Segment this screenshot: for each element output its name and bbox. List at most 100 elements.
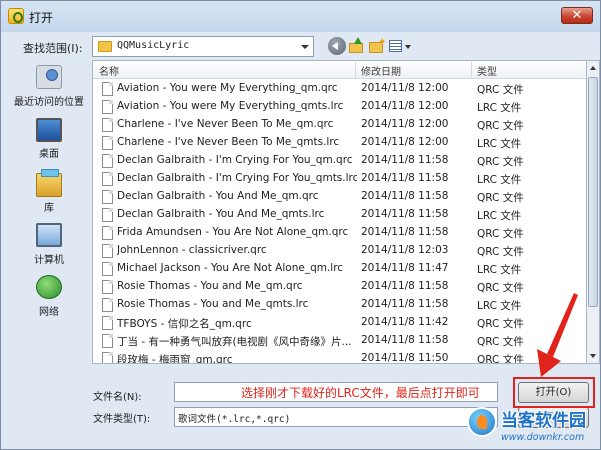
file-name: Aviation - You were My Everything_qm.qrc bbox=[117, 82, 338, 94]
file-icon bbox=[102, 298, 113, 312]
look-in-dropdown[interactable]: QQMusicLyric bbox=[92, 36, 314, 57]
file-type: LRC 文件 bbox=[477, 210, 522, 222]
file-icon bbox=[102, 334, 113, 348]
vertical-scrollbar[interactable] bbox=[587, 60, 600, 364]
file-type: LRC 文件 bbox=[477, 138, 522, 150]
file-type: QRC 文件 bbox=[477, 354, 524, 364]
file-type: QRC 文件 bbox=[477, 228, 524, 240]
file-name: Charlene - I've Never Been To Me_qm.qrc bbox=[117, 118, 334, 130]
file-row[interactable]: Declan Galbraith - I'm Crying For You_qm… bbox=[93, 152, 586, 170]
file-row[interactable]: Frida Amundsen - You Are Not Alone_qm.qr… bbox=[93, 224, 586, 242]
column-header-type[interactable]: 类型 bbox=[477, 63, 497, 78]
place-label: 桌面 bbox=[39, 149, 59, 160]
file-row[interactable]: 段玫梅 - 梅雨窗_qm.qrc 2014/11/8 11:50 QRC 文件 bbox=[93, 350, 586, 364]
scrollbar-thumb[interactable] bbox=[588, 77, 598, 307]
place-label: 计算机 bbox=[34, 255, 64, 266]
file-row[interactable]: TFBOYS - 信仰之名_qm.qrc 2014/11/8 11:42 QRC 文… bbox=[93, 314, 586, 332]
file-date: 2014/11/8 11:58 bbox=[361, 172, 449, 184]
view-menu-icon[interactable] bbox=[388, 37, 414, 55]
place-recent[interactable]: 最近访问的位置 bbox=[9, 61, 89, 109]
file-row[interactable]: 丁当 - 有一种勇气叫放弃(电视剧《风中奇缘》片... 2014/11/8 11:… bbox=[93, 332, 586, 350]
file-date: 2014/11/8 11:58 bbox=[361, 298, 449, 310]
column-divider[interactable] bbox=[471, 62, 472, 78]
file-row[interactable]: Michael Jackson - You Are Not Alone_qm.l… bbox=[93, 260, 586, 278]
file-type: QRC 文件 bbox=[477, 246, 524, 258]
new-folder-icon[interactable]: ✦ bbox=[368, 37, 386, 55]
open-file-dialog: 打开 ✕ 查找范围(I): QQMusicLyric ✦ 最近访问的位置 桌面 … bbox=[0, 0, 601, 450]
place-network[interactable]: 网络 bbox=[9, 273, 89, 318]
title-bar[interactable]: 打开 ✕ bbox=[1, 1, 600, 32]
filetype-dropdown[interactable]: 歌词文件(*.lrc,*.qrc) bbox=[174, 407, 498, 427]
file-row[interactable]: Declan Galbraith - I'm Crying For You_qm… bbox=[93, 170, 586, 188]
file-type: QRC 文件 bbox=[477, 120, 524, 132]
filename-label: 文件名(N): bbox=[93, 392, 142, 403]
column-header-date[interactable]: 修改日期 bbox=[361, 63, 401, 78]
file-name: Rosie Thomas - You and Me_qm.qrc bbox=[117, 280, 303, 292]
file-row[interactable]: Aviation - You were My Everything_qmts.l… bbox=[93, 98, 586, 116]
file-date: 2014/11/8 12:00 bbox=[361, 82, 449, 94]
file-date: 2014/11/8 11:58 bbox=[361, 190, 449, 202]
network-icon bbox=[36, 275, 62, 299]
file-name: Declan Galbraith - I'm Crying For You_qm… bbox=[117, 172, 357, 184]
file-icon bbox=[102, 190, 113, 204]
annotation-arrow bbox=[537, 293, 578, 377]
file-icon bbox=[102, 154, 113, 168]
file-row[interactable]: Charlene - I've Never Been To Me_qm.qrc 2… bbox=[93, 116, 586, 134]
file-type: QRC 文件 bbox=[477, 318, 524, 330]
file-date: 2014/11/8 12:00 bbox=[361, 136, 449, 148]
file-type: LRC 文件 bbox=[477, 102, 522, 114]
file-date: 2014/11/8 11:50 bbox=[361, 352, 449, 364]
file-list[interactable]: 名称 修改日期 类型 Aviation - You were My Everyt… bbox=[92, 60, 587, 364]
look-in-value: QQMusicLyric bbox=[117, 40, 190, 51]
file-list-header: 名称 修改日期 类型 bbox=[93, 61, 586, 79]
file-date: 2014/11/8 12:00 bbox=[361, 100, 449, 112]
place-computer[interactable]: 计算机 bbox=[9, 221, 89, 266]
scroll-up-icon[interactable] bbox=[590, 66, 596, 70]
file-type: QRC 文件 bbox=[477, 282, 524, 294]
file-date: 2014/11/8 11:58 bbox=[361, 280, 449, 292]
folder-icon bbox=[98, 41, 112, 52]
scroll-down-icon[interactable] bbox=[590, 354, 596, 358]
file-row[interactable]: JohnLennon - classicriver.qrc 2014/11/8 1… bbox=[93, 242, 586, 260]
file-row[interactable]: Rosie Thomas - You and Me_qm.qrc 2014/11/… bbox=[93, 278, 586, 296]
file-type: QRC 文件 bbox=[477, 192, 524, 204]
file-type: LRC 文件 bbox=[477, 264, 522, 276]
close-button[interactable]: ✕ bbox=[561, 7, 593, 24]
file-type: QRC 文件 bbox=[477, 156, 524, 168]
qqmusic-app-icon bbox=[8, 8, 24, 24]
file-icon bbox=[102, 172, 113, 186]
file-row[interactable]: Aviation - You were My Everything_qm.qrc… bbox=[93, 80, 586, 98]
place-library[interactable]: 库 bbox=[9, 169, 89, 214]
file-name: Declan Galbraith - You And Me_qmts.lrc bbox=[117, 208, 325, 220]
recent-places-icon bbox=[36, 65, 62, 89]
file-icon bbox=[102, 100, 113, 114]
file-icon bbox=[102, 82, 113, 96]
back-icon[interactable] bbox=[328, 37, 346, 55]
file-name: Charlene - I've Never Been To Me_qmts.lr… bbox=[117, 136, 340, 148]
file-icon bbox=[102, 352, 113, 363]
column-header-name[interactable]: 名称 bbox=[99, 63, 119, 78]
downkr-logo-icon bbox=[467, 407, 497, 437]
file-date: 2014/11/8 12:03 bbox=[361, 244, 449, 256]
file-date: 2014/11/8 11:58 bbox=[361, 226, 449, 238]
file-date: 2014/11/8 11:58 bbox=[361, 334, 449, 346]
file-row[interactable]: Declan Galbraith - You And Me_qm.qrc 2014… bbox=[93, 188, 586, 206]
place-desktop[interactable]: 桌面 bbox=[9, 117, 89, 160]
place-label: 最近访问的位置 bbox=[14, 97, 84, 108]
places-bar: 最近访问的位置 桌面 库 计算机 网络 bbox=[9, 61, 89, 364]
file-row[interactable]: Declan Galbraith - You And Me_qmts.lrc 20… bbox=[93, 206, 586, 224]
instruction-annotation: 选择刚才下载好的LRC文件，最后点打开即可 bbox=[241, 386, 480, 400]
place-label: 库 bbox=[44, 203, 54, 214]
filetype-label: 文件类型(T): bbox=[93, 414, 151, 425]
file-row[interactable]: Rosie Thomas - You and Me_qmts.lrc 2014/1… bbox=[93, 296, 586, 314]
file-name: TFBOYS - 信仰之名_qm.qrc bbox=[117, 318, 252, 330]
desktop-icon bbox=[36, 118, 62, 142]
up-folder-icon[interactable] bbox=[348, 37, 366, 55]
chevron-down-icon[interactable] bbox=[301, 45, 309, 49]
file-date: 2014/11/8 11:58 bbox=[361, 208, 449, 220]
file-row[interactable]: Charlene - I've Never Been To Me_qmts.lr… bbox=[93, 134, 586, 152]
column-divider[interactable] bbox=[355, 62, 356, 78]
site-watermark: 当客软件园 www.downkr.com bbox=[467, 405, 601, 450]
file-icon bbox=[102, 226, 113, 240]
file-name: Rosie Thomas - You and Me_qmts.lrc bbox=[117, 298, 309, 310]
